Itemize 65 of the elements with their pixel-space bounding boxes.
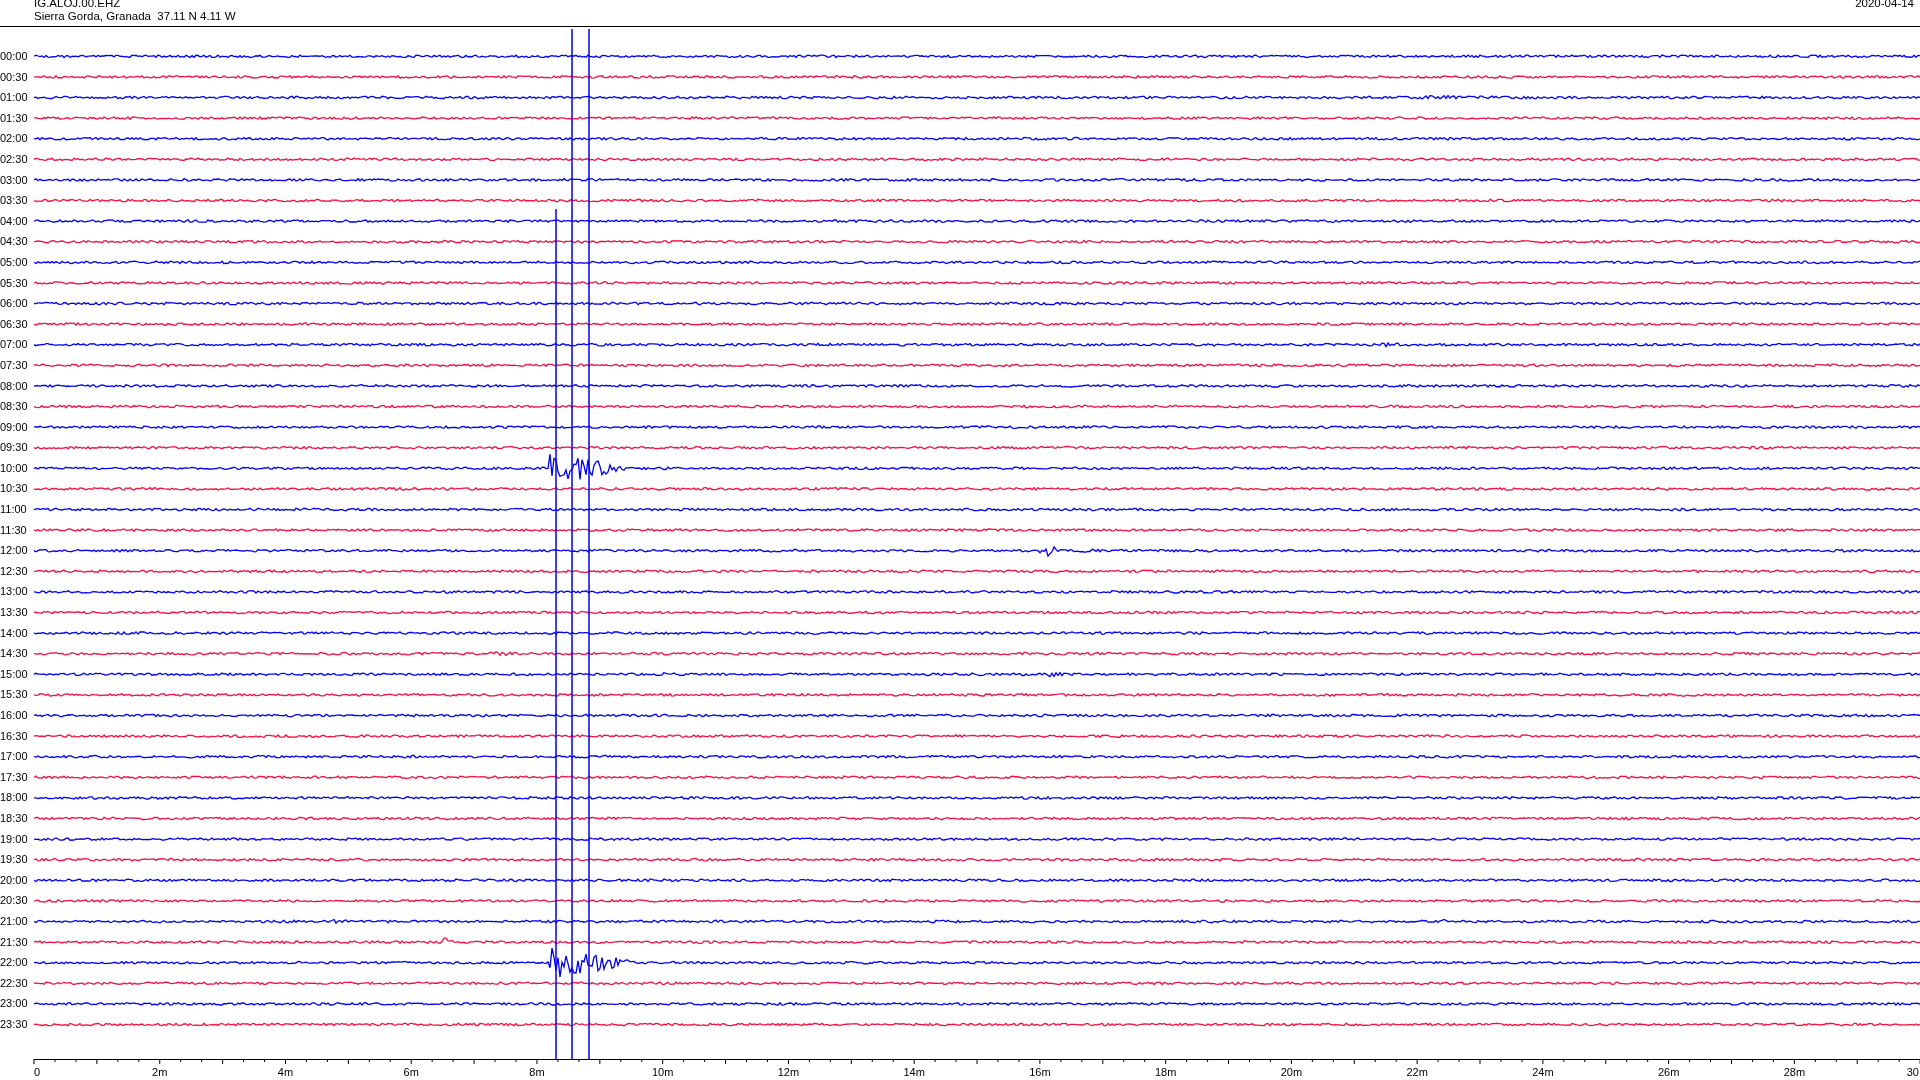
- axis-tick-label: 14m: [903, 1066, 925, 1078]
- time-label: 03:00: [0, 172, 29, 188]
- time-label: 10:30: [0, 481, 29, 497]
- axis-tick-label: 18m: [1154, 1066, 1177, 1078]
- time-label: 20:00: [0, 872, 29, 888]
- time-label: 19:30: [0, 852, 29, 868]
- time-label: 15:30: [0, 687, 29, 703]
- time-label: 06:30: [0, 316, 29, 332]
- axis-tick-label: 2m: [152, 1066, 168, 1078]
- time-label: 02:30: [0, 151, 29, 167]
- time-label: 01:00: [0, 90, 29, 106]
- time-label: 22:30: [0, 975, 29, 991]
- station-location: Sierra Gorda, Granada 37.11 N 4.11 W: [34, 10, 236, 23]
- time-label: 17:30: [0, 769, 29, 785]
- time-label: 11:00: [0, 502, 28, 518]
- time-label: 21:30: [0, 934, 29, 950]
- axis-tick-label: 6m: [403, 1066, 419, 1078]
- time-label: 05:30: [0, 275, 29, 291]
- axis-tick-label: 30: [1906, 1066, 1919, 1078]
- axis-tick-label: 16m: [1029, 1066, 1051, 1078]
- time-label: 03:30: [0, 193, 29, 209]
- time-label: 21:00: [0, 913, 29, 929]
- time-label: 16:00: [0, 708, 29, 723]
- time-label: 20:30: [0, 893, 29, 909]
- axis-tick-label: 28m: [1783, 1066, 1806, 1078]
- axis-tick-label: 0: [34, 1066, 41, 1078]
- axis-tick-label: 4m: [277, 1066, 294, 1078]
- time-label: 08:00: [0, 378, 29, 394]
- time-label: 05:00: [0, 254, 29, 270]
- time-label: 13:30: [0, 605, 29, 621]
- time-label: 19:00: [0, 831, 29, 847]
- axis-tick-label: 26m: [1657, 1066, 1680, 1078]
- time-label: 12:00: [0, 543, 29, 559]
- time-label: 15:00: [0, 666, 29, 682]
- time-label: 06:00: [0, 296, 29, 312]
- time-label: 09:00: [0, 419, 29, 435]
- axis-tick-label: 20m: [1280, 1066, 1303, 1078]
- time-label: 04:30: [0, 234, 29, 250]
- time-label: 22:00: [0, 955, 29, 971]
- axis-tick-label: 24m: [1532, 1066, 1554, 1078]
- time-label: 17:00: [0, 749, 29, 765]
- time-label: 11:30: [0, 522, 28, 538]
- axis-tick-label: 10m: [652, 1066, 674, 1078]
- time-label: 00:30: [0, 69, 29, 85]
- time-label: 10:00: [0, 460, 29, 476]
- axis-tick-label: 12m: [777, 1066, 800, 1078]
- time-label: 14:00: [0, 625, 29, 641]
- time-label: 12:30: [0, 563, 29, 579]
- time-label: 00:00: [0, 49, 29, 64]
- time-label: 16:30: [0, 728, 29, 744]
- time-label: 18:30: [0, 810, 29, 826]
- time-label: 02:00: [0, 131, 29, 147]
- time-label: 23:00: [0, 996, 29, 1012]
- axis-tick-label: 8m: [529, 1066, 545, 1078]
- time-label: 07:30: [0, 357, 29, 373]
- time-label: 04:00: [0, 213, 29, 229]
- time-label: 23:30: [0, 1016, 29, 1032]
- time-label: 13:00: [0, 584, 29, 600]
- time-label: 18:00: [0, 790, 29, 806]
- time-label: 07:00: [0, 337, 29, 353]
- time-label: 01:30: [0, 110, 29, 126]
- time-label: 09:30: [0, 440, 29, 456]
- time-label: 14:30: [0, 646, 29, 662]
- time-label: 08:30: [0, 399, 29, 415]
- axis-tick-label: 22m: [1406, 1066, 1428, 1078]
